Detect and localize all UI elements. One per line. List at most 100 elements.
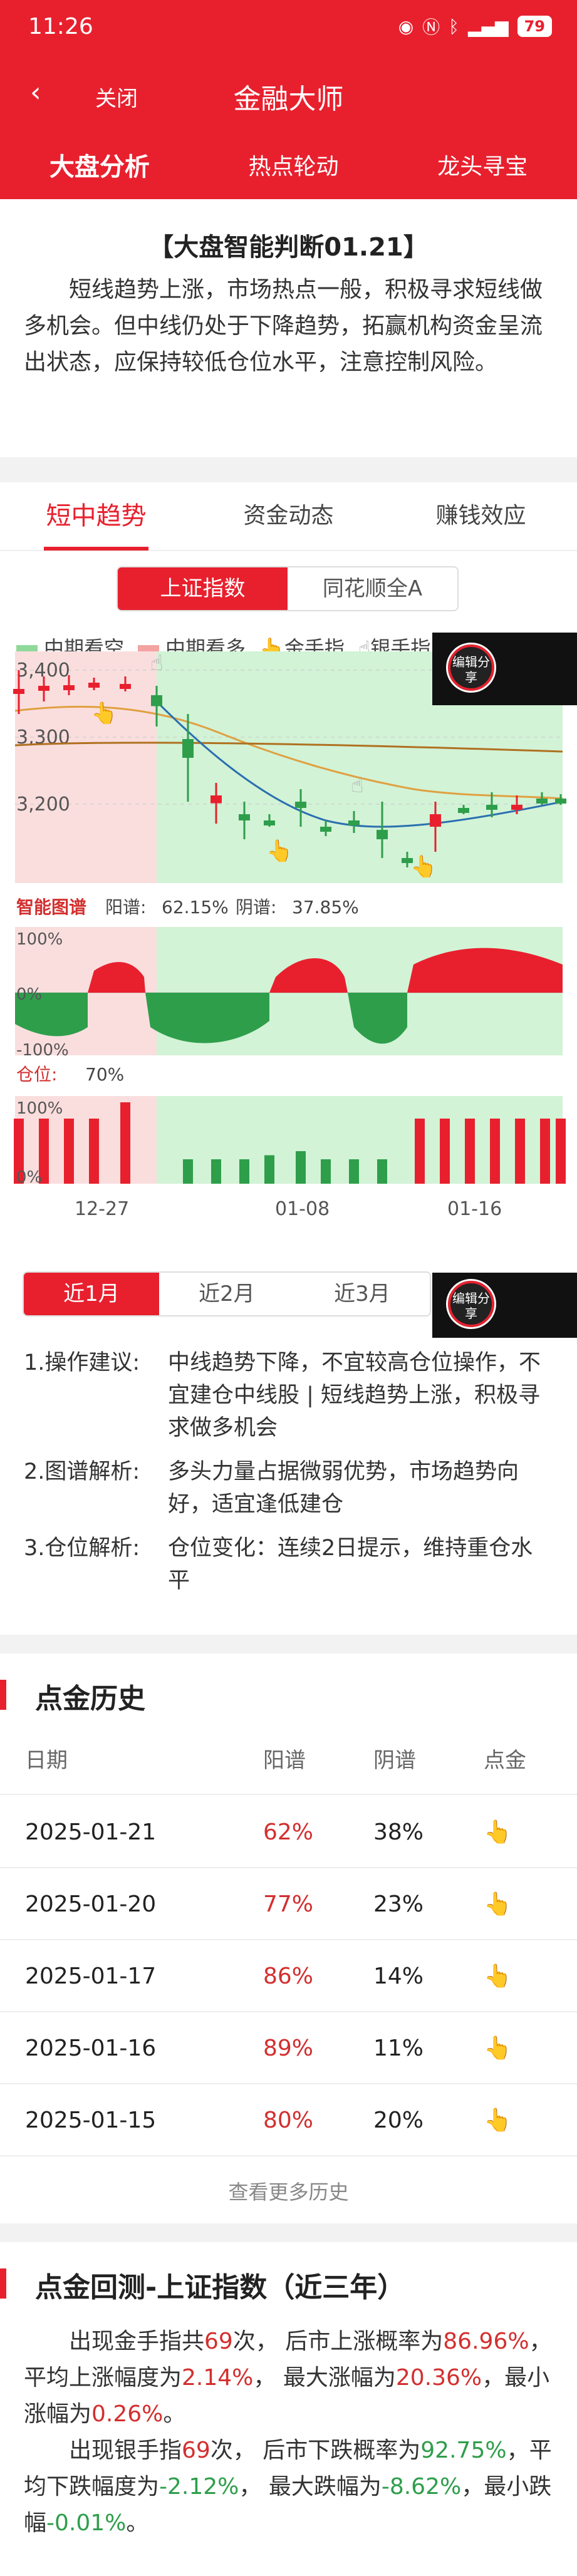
nfc-icon: Ⓝ [422, 17, 440, 38]
period-switch: 近1月 近2月 近3月 [23, 1271, 431, 1316]
judge-card: 【大盘智能判断01.21】 短线趋势上涨，市场热点一般，积极寻求短线做多机会。但… [0, 199, 577, 457]
eye-icon: ◉ [398, 16, 414, 37]
osc-tick-label: -100% [16, 1041, 69, 1060]
tab-leader-hunt[interactable]: 龙头寻宝 [437, 148, 528, 181]
position-bar [540, 1119, 550, 1184]
position-bar [490, 1119, 500, 1184]
period-3m[interactable]: 近3月 [294, 1273, 430, 1315]
app-root: 11:26 ◉ Ⓝ ᛒ ▂▄▆ 79 ‹ 关闭 金融大师 大盘分析 热点轮动 龙… [0, 0, 577, 2576]
position-bar [321, 1159, 331, 1184]
tab-short-mid-trend[interactable]: 短中趋势 [0, 482, 192, 551]
analysis-item: 3.仓位解析: 仓位变化：连续2日提示，维持重仓水平 [24, 1536, 533, 1593]
trend-tabs: 短中趋势 资金动态 赚钱效应 [0, 482, 577, 551]
yang-value: 62.15% [162, 897, 229, 918]
period-2m[interactable]: 近2月 [159, 1273, 294, 1315]
status-bar: 11:26 ◉ Ⓝ ᛒ ▂▄▆ 79 [0, 0, 577, 58]
top-tabs: 大盘分析 热点轮动 龙头寻宝 [0, 137, 577, 193]
trend-card: 短中趋势 资金动态 赚钱效应 上证指数 同花顺全A 中期看空 中期看多 👆金手指… [0, 482, 577, 1635]
gold-finger-icon: 👆 [484, 2108, 512, 2133]
history-title: 点金历史 [0, 1676, 145, 1716]
status-icons: ◉ Ⓝ ᛒ ▂▄▆ 79 [398, 14, 552, 39]
position-bar [89, 1119, 99, 1184]
position-bar [64, 1119, 74, 1184]
backtest-card: 点金回测-上证指数（近三年） 出现金手指共69次， 后市上涨概率为86.96%，… [0, 2242, 577, 2576]
position-value: 70% [85, 1064, 124, 1085]
table-row[interactable]: 2025-01-17 86% 14% 👆 [0, 1940, 577, 2012]
position-bar [264, 1155, 274, 1184]
yin-value: 37.85% [292, 897, 359, 918]
gold-finger-icon: 👆 [484, 1963, 512, 1989]
position-bar [440, 1119, 450, 1184]
analysis-list: 1.操作建议: 中线趋势下降，不宜较高仓位操作，不宜建仓中线股 | 短线趋势上涨… [24, 1347, 550, 1608]
gold-finger-marker: 👆 [410, 854, 437, 879]
index-sse[interactable]: 上证指数 [118, 567, 288, 610]
judge-text: 短线趋势上涨，市场热点一般，积极寻求短线做多机会。但中线仍处于下降趋势，拓赢机构… [24, 277, 543, 375]
tab-fund-flow[interactable]: 资金动态 [192, 482, 385, 551]
candle-body [211, 795, 222, 804]
tab-hotspot-rotation[interactable]: 热点轮动 [248, 148, 338, 181]
table-row[interactable]: 2025-01-16 89% 11% 👆 [0, 2012, 577, 2084]
x-tick-label: 01-16 [447, 1198, 502, 1220]
pos-tick-label: 0% [16, 1168, 42, 1187]
position-bar [465, 1119, 475, 1184]
backtest-silver: 出现银手指69次， 后市下跌概率为92.75%，平均下跌幅度为-2.12%， 最… [24, 2438, 552, 2536]
candle-body [239, 814, 250, 820]
page-title: 金融大师 [233, 83, 344, 115]
battery-icon: 79 [517, 16, 552, 37]
x-tick-label: 12-27 [75, 1198, 129, 1220]
x-tick-label: 01-08 [275, 1198, 330, 1220]
position-bar [120, 1102, 130, 1184]
silver-finger-marker: ☝ [351, 773, 364, 798]
candle-body [13, 689, 24, 694]
position-bar [349, 1159, 359, 1184]
tab-market-analysis[interactable]: 大盘分析 [49, 147, 150, 183]
candle-body [88, 683, 100, 688]
index-ths-all-a[interactable]: 同花顺全A [288, 567, 457, 610]
candle-body [486, 805, 497, 810]
candle-body [151, 695, 162, 706]
bull-zone-bg [15, 651, 157, 883]
signal-icon: ▂▄▆ [467, 16, 509, 37]
smart-chart-label: 智能图谱 [16, 897, 86, 918]
position-bar [183, 1159, 193, 1184]
position-label: 仓位: [16, 1064, 57, 1085]
gold-finger-icon: 👆 [484, 2035, 512, 2061]
candle-body [320, 827, 331, 832]
table-row[interactable]: 2025-01-21 62% 38% 👆 [0, 1796, 577, 1868]
yin-label: 阴谱: [236, 897, 276, 918]
position-bar [556, 1119, 566, 1184]
tab-profit-effect[interactable]: 赚钱效应 [385, 482, 577, 551]
history-card: 点金历史 日期 阳谱 阴谱 点金 2025-01-21 62% 38% 👆 2025-… [0, 1653, 577, 2223]
analysis-item: 1.操作建议: 中线趋势下降，不宜较高仓位操作，不宜建仓中线股 | 短线趋势上涨… [24, 1350, 541, 1441]
candle-body [295, 802, 306, 808]
gold-finger-icon: 👆 [484, 1819, 512, 1845]
gold-finger-marker: 👆 [91, 701, 117, 726]
table-row[interactable]: 2025-01-15 80% 20% 👆 [0, 2084, 577, 2156]
yang-label: 阳谱: [105, 897, 146, 918]
position-bar [239, 1159, 249, 1184]
history-header: 日期 阳谱 阴谱 点金 [0, 1726, 577, 1795]
bluetooth-icon: ᛒ [449, 16, 459, 37]
period-1m[interactable]: 近1月 [24, 1273, 159, 1315]
table-row[interactable]: 2025-01-20 77% 23% 👆 [0, 1868, 577, 1940]
edit-share-button-2[interactable]: 编辑分享 [446, 1279, 496, 1329]
candle-body [511, 805, 522, 810]
candle-body [555, 799, 566, 804]
position-bar [377, 1159, 387, 1184]
analysis-item: 2.图谱解析: 多头力量占据微弱优势，市场趋势向好，适宜逢低建仓 [24, 1459, 519, 1517]
position-bar [296, 1151, 306, 1184]
header: 11:26 ◉ Ⓝ ᛒ ▂▄▆ 79 ‹ 关闭 金融大师 大盘分析 热点轮动 龙… [0, 0, 577, 199]
candle-body [348, 820, 360, 825]
edit-share-button[interactable]: 编辑分享 [446, 643, 496, 693]
silver-finger-marker: ☝ [150, 651, 164, 676]
judge-title: 【大盘智能判断01.21】 [148, 233, 429, 262]
pos-tick-label: 100% [16, 1099, 63, 1118]
candle-body [430, 814, 441, 827]
candle-body [182, 739, 194, 758]
more-history-link[interactable]: 查看更多历史 [0, 2176, 577, 2205]
candle-body [377, 830, 388, 839]
candle-body [38, 686, 49, 691]
position-bar [515, 1119, 525, 1184]
candle-body [536, 799, 548, 804]
backtest-title: 点金回测-上证指数（近三年） [0, 2265, 405, 2305]
